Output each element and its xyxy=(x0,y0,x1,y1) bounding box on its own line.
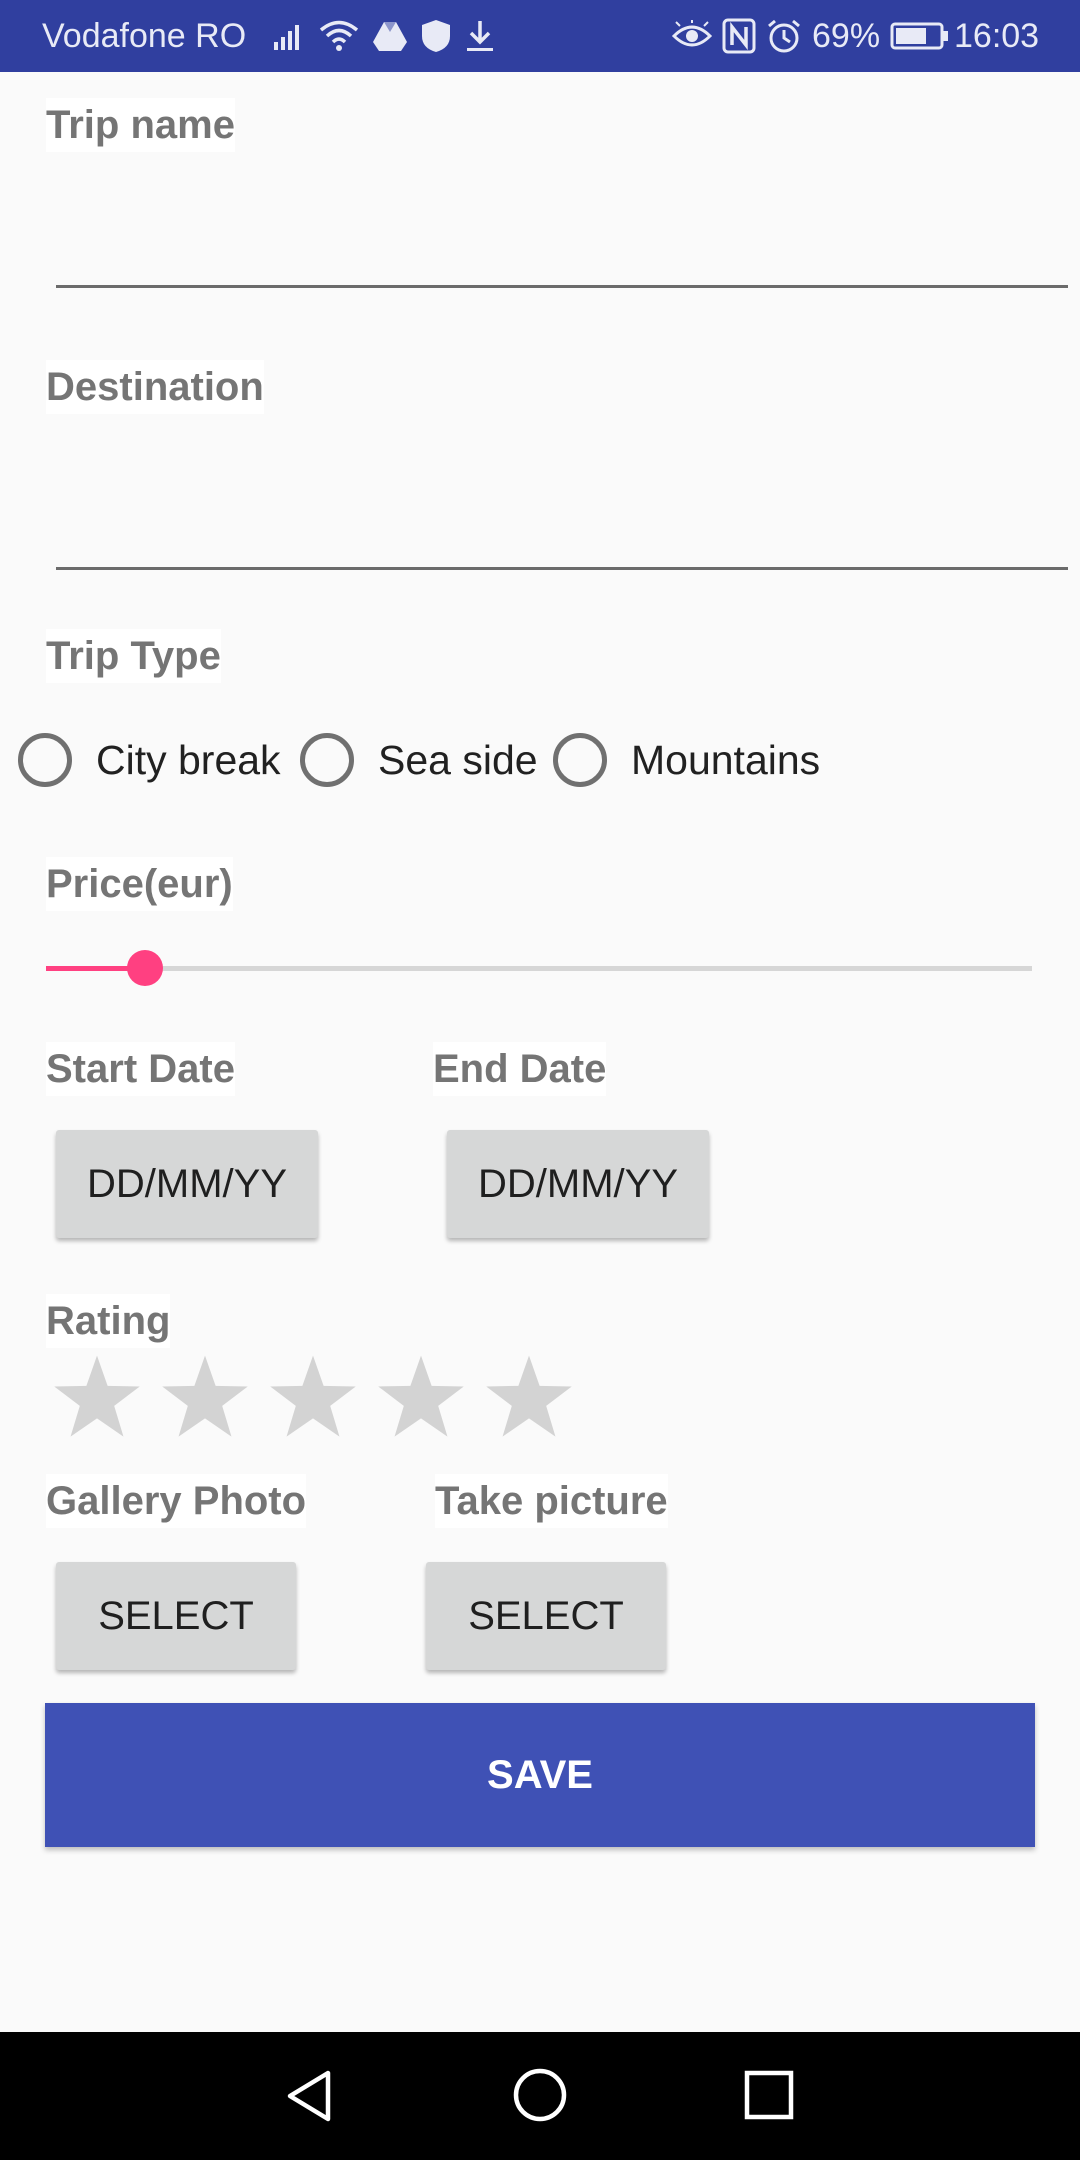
wifi-icon xyxy=(319,20,359,51)
battery-percent: 69% xyxy=(812,16,881,55)
trip-name-label: Trip name xyxy=(46,98,235,152)
gallery-select-button[interactable]: SELECT xyxy=(56,1562,296,1670)
end-date-button[interactable]: DD/MM/YY xyxy=(447,1130,709,1238)
end-date-value: DD/MM/YY xyxy=(478,1161,678,1206)
radio-circle-icon xyxy=(553,733,607,787)
trip-name-input[interactable] xyxy=(56,200,1068,280)
price-slider[interactable] xyxy=(46,950,1032,986)
trip-name-underline xyxy=(56,285,1068,288)
destination-underline xyxy=(56,567,1068,570)
status-icons-right: 69% xyxy=(672,14,950,58)
radio-city-break[interactable]: City break xyxy=(18,730,281,790)
download-icon xyxy=(467,21,493,51)
destination-input[interactable] xyxy=(56,480,1068,564)
radio-circle-icon xyxy=(18,733,72,787)
eye-icon xyxy=(672,20,712,47)
radio-label: Sea side xyxy=(378,736,538,783)
rating-bar[interactable] xyxy=(52,1352,574,1442)
price-slider-thumb[interactable] xyxy=(127,950,163,986)
star-icon[interactable] xyxy=(268,1352,358,1442)
gallery-photo-label: Gallery Photo xyxy=(46,1474,307,1528)
gallery-select-label: SELECT xyxy=(98,1593,254,1638)
save-button-label: SAVE xyxy=(487,1752,593,1797)
take-picture-select-button[interactable]: SELECT xyxy=(426,1562,666,1670)
battery-icon xyxy=(890,22,949,50)
star-icon[interactable] xyxy=(160,1352,250,1442)
nfc-icon xyxy=(722,18,756,54)
drive-icon xyxy=(373,22,407,51)
radio-label: City break xyxy=(96,736,281,783)
save-button[interactable]: SAVE xyxy=(45,1703,1035,1847)
star-icon[interactable] xyxy=(376,1352,466,1442)
clock: 16:03 xyxy=(954,17,1040,55)
radio-sea-side[interactable]: Sea side xyxy=(300,730,538,790)
start-date-button[interactable]: DD/MM/YY xyxy=(56,1130,318,1238)
recents-icon[interactable] xyxy=(742,2068,796,2122)
radio-circle-icon xyxy=(300,733,354,787)
start-date-value: DD/MM/YY xyxy=(87,1161,287,1206)
price-label: Price(eur) xyxy=(46,857,233,911)
back-icon[interactable] xyxy=(284,2068,340,2124)
alarm-icon xyxy=(768,19,800,53)
rating-label: Rating xyxy=(46,1294,171,1348)
trip-type-label: Trip Type xyxy=(46,629,221,683)
shield-icon xyxy=(422,20,450,52)
radio-label: Mountains xyxy=(631,736,821,783)
star-icon[interactable] xyxy=(52,1352,142,1442)
destination-label: Destination xyxy=(46,360,264,414)
radio-mountains[interactable]: Mountains xyxy=(553,730,820,790)
take-picture-select-label: SELECT xyxy=(468,1593,624,1638)
start-date-label: Start Date xyxy=(46,1042,235,1096)
status-icons-left xyxy=(272,14,496,58)
star-icon[interactable] xyxy=(484,1352,574,1442)
navigation-bar xyxy=(0,2032,1080,2160)
status-bar: Vodafone RO 69% 16:03 xyxy=(0,0,1080,72)
signal-icon xyxy=(274,25,299,50)
home-icon[interactable] xyxy=(511,2066,569,2124)
end-date-label: End Date xyxy=(433,1042,607,1096)
carrier-name: Vodafone RO xyxy=(42,17,247,55)
take-picture-label: Take picture xyxy=(435,1474,668,1528)
